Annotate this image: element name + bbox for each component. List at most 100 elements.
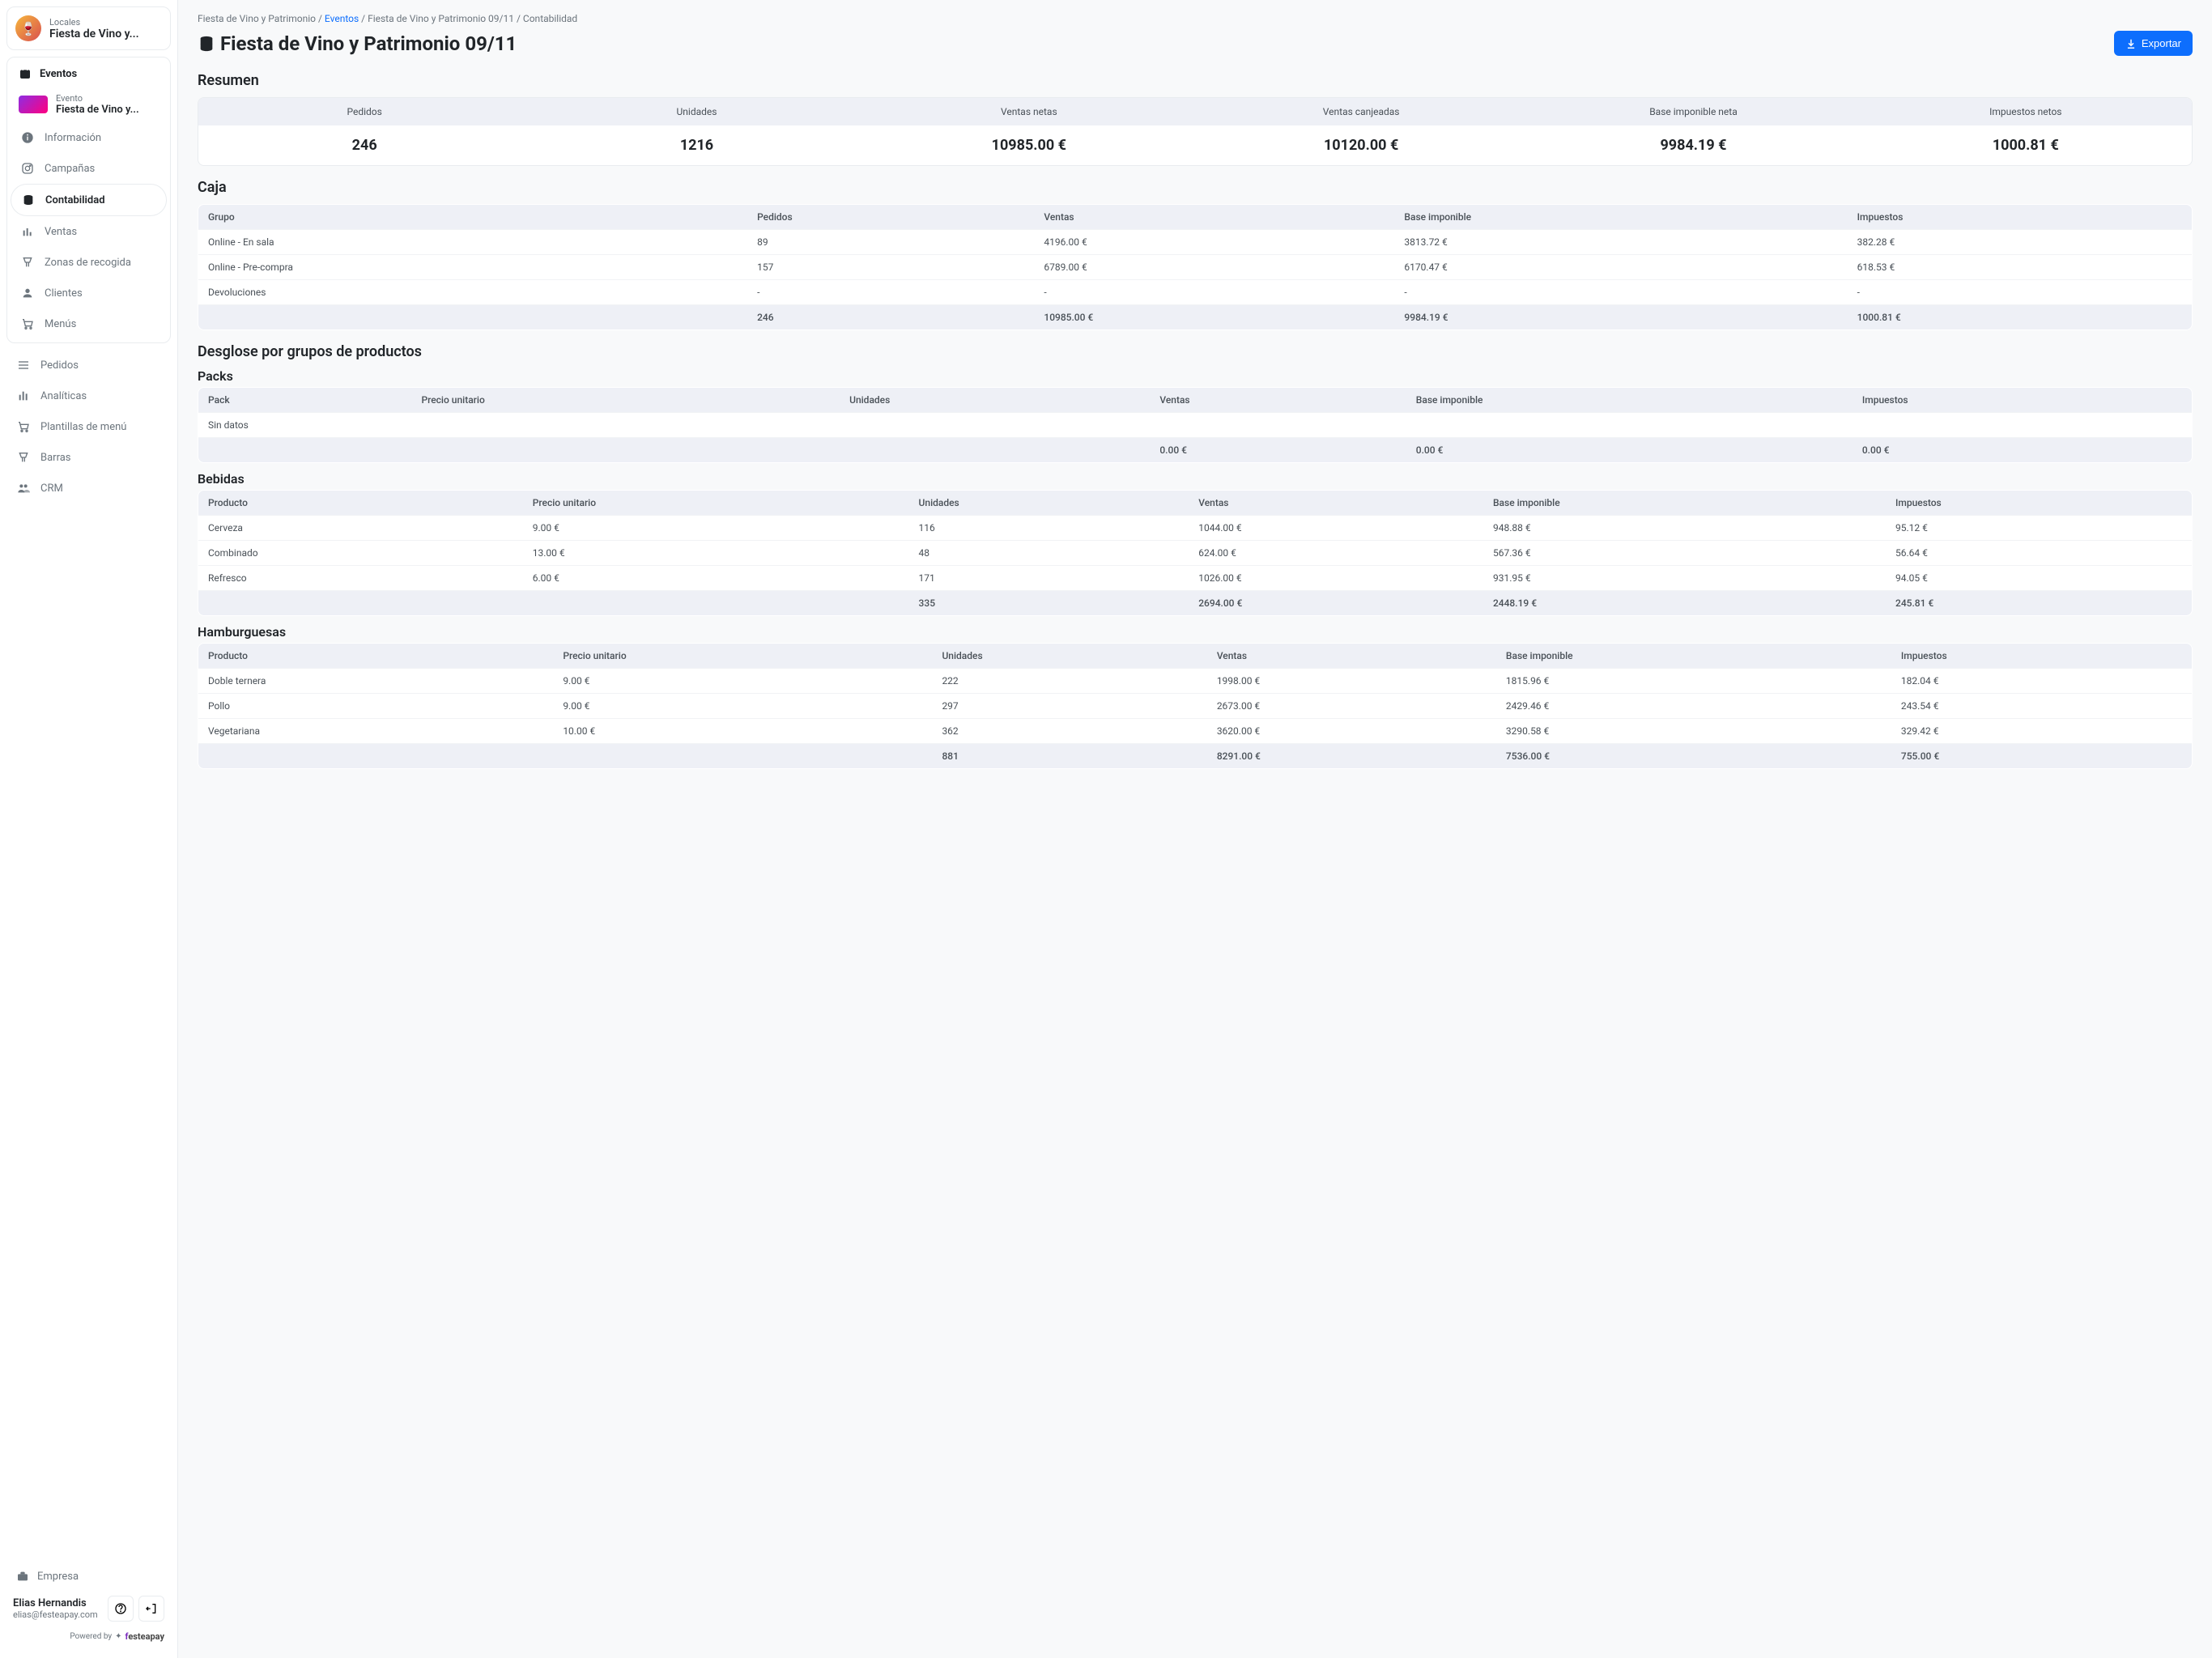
table-row: Combinado13.00 €48624.00 €567.36 €56.64 …	[198, 541, 2193, 566]
breadcrumb: Fiesta de Vino y Patrimonio / Eventos / …	[198, 13, 2193, 24]
nav-ventas[interactable]: Ventas	[11, 216, 167, 247]
bebidas-table: Producto Precio unitario Unidades Ventas…	[198, 490, 2193, 616]
summary-value: 1216	[530, 125, 862, 165]
user-email: elias@festeapay.com	[13, 1609, 98, 1620]
table-row: Online - Pre-compra1576789.00 €6170.47 €…	[198, 255, 2193, 280]
section-resumen-title: Resumen	[198, 72, 2193, 89]
accounting-icon	[21, 193, 36, 207]
sales-icon	[20, 224, 35, 239]
analytics-icon	[16, 389, 31, 403]
nav-crm[interactable]: CRM	[6, 473, 171, 504]
resumen-table: Pedidos Unidades Ventas netas Ventas can…	[198, 97, 2193, 166]
download-icon	[2125, 38, 2137, 49]
venue-name: Fiesta de Vino y...	[49, 28, 139, 40]
bars-icon	[16, 450, 31, 465]
nav-analiticas[interactable]: Analíticas	[6, 380, 171, 411]
section-desglose-title: Desglose por grupos de productos	[198, 343, 2193, 360]
col-header: Impuestos netos	[1860, 98, 2192, 125]
hamburguesas-table: Producto Precio unitario Unidades Ventas…	[198, 643, 2193, 769]
section-caja-title: Caja	[198, 179, 2193, 196]
summary-value: 246	[198, 125, 530, 165]
help-button[interactable]	[108, 1596, 134, 1622]
nav-pedidos[interactable]: Pedidos	[6, 350, 171, 380]
page-title: Fiesta de Vino y Patrimonio 09/11	[198, 32, 517, 55]
table-row: Devoluciones----	[198, 280, 2193, 305]
bebidas-title: Bebidas	[198, 471, 2193, 487]
caja-table: Grupo Pedidos Ventas Base imponible Impu…	[198, 204, 2193, 330]
templates-icon	[16, 419, 31, 434]
nav-informacion[interactable]: Información	[11, 122, 167, 153]
table-row: Pollo9.00 €2972673.00 €2429.46 €243.54 €	[198, 694, 2193, 719]
nav-label: Menús	[45, 318, 76, 330]
nav-barras[interactable]: Barras	[6, 442, 171, 473]
events-section-title[interactable]: Eventos	[11, 61, 167, 87]
nav-campanas[interactable]: Campañas	[11, 153, 167, 184]
nav-label: Plantillas de menú	[40, 421, 126, 433]
table-row: Sin datos	[198, 413, 2193, 438]
packs-table: Pack Precio unitario Unidades Ventas Bas…	[198, 387, 2193, 463]
events-group: Eventos Evento Fiesta de Vino y... Infor…	[6, 57, 171, 343]
col-header: Ventas netas	[863, 98, 1195, 125]
clients-icon	[20, 286, 35, 300]
venue-avatar: 🍷	[15, 15, 41, 41]
col-header: Grupo	[198, 205, 748, 230]
nav-label: Zonas de recogida	[45, 257, 131, 269]
nav-label: Ventas	[45, 226, 77, 238]
nav-plantillas[interactable]: Plantillas de menú	[6, 411, 171, 442]
menu-icon	[20, 317, 35, 331]
col-header: Ventas canjeadas	[1195, 98, 1527, 125]
info-icon	[20, 130, 35, 145]
user-name: Elias Hernandis	[13, 1597, 98, 1609]
export-button[interactable]: Exportar	[2114, 31, 2193, 56]
nav-label: CRM	[40, 483, 63, 495]
nav-label: Barras	[40, 452, 71, 464]
hamburguesas-title: Hamburguesas	[198, 624, 2193, 640]
event-thumbnail	[19, 96, 48, 113]
nav-zonas[interactable]: Zonas de recogida	[11, 247, 167, 278]
nav-label: Analíticas	[40, 390, 87, 402]
venue-selector[interactable]: 🍷 Locales Fiesta de Vino y...	[6, 6, 171, 50]
table-row: Refresco6.00 €1711026.00 €931.95 €94.05 …	[198, 566, 2193, 591]
breadcrumb-part[interactable]: Fiesta de Vino y Patrimonio 09/11	[368, 13, 514, 24]
calendar-icon	[19, 67, 32, 80]
nav-label: Información	[45, 132, 101, 144]
col-header: Base imponible	[1394, 205, 1847, 230]
packs-title: Packs	[198, 368, 2193, 384]
table-row: Cerveza9.00 €1161044.00 €948.88 €95.12 €	[198, 516, 2193, 541]
breadcrumb-part: Contabilidad	[523, 13, 577, 24]
nav-label: Pedidos	[40, 359, 79, 372]
company-link[interactable]: Empresa	[13, 1563, 164, 1589]
event-card[interactable]: Evento Fiesta de Vino y...	[11, 87, 167, 122]
campaign-icon	[20, 161, 35, 176]
col-header: Pedidos	[747, 205, 1034, 230]
brand-logo-icon: ✦	[115, 1632, 121, 1641]
nav-label: Campañas	[45, 163, 95, 175]
briefcase-icon	[16, 1570, 29, 1583]
nav-label: Contabilidad	[45, 194, 105, 206]
event-label: Evento	[56, 93, 139, 104]
nav-clientes[interactable]: Clientes	[11, 278, 167, 308]
col-header: Impuestos	[1848, 205, 2193, 230]
main-content: Fiesta de Vino y Patrimonio / Eventos / …	[178, 0, 2212, 1658]
user-row: Elias Hernandis elias@festeapay.com	[13, 1589, 164, 1628]
breadcrumb-eventos-link[interactable]: Eventos	[325, 13, 359, 24]
table-row: Online - En sala894196.00 €3813.72 €382.…	[198, 230, 2193, 255]
nav-contabilidad[interactable]: Contabilidad	[11, 184, 167, 216]
col-header: Pedidos	[198, 98, 530, 125]
table-row: Vegetariana10.00 €3623620.00 €3290.58 €3…	[198, 719, 2193, 744]
logout-button[interactable]	[138, 1596, 164, 1622]
breadcrumb-part[interactable]: Fiesta de Vino y Patrimonio	[198, 13, 316, 24]
col-header: Base imponible neta	[1527, 98, 1859, 125]
nav-menus[interactable]: Menús	[11, 308, 167, 339]
db-icon	[198, 35, 215, 53]
venue-label: Locales	[49, 17, 139, 28]
table-row: Doble ternera9.00 €2221998.00 €1815.96 €…	[198, 669, 2193, 694]
summary-value: 10120.00 €	[1195, 125, 1527, 165]
nav-label: Clientes	[45, 287, 83, 300]
col-header: Unidades	[530, 98, 862, 125]
col-header: Ventas	[1034, 205, 1394, 230]
orders-icon	[16, 358, 31, 372]
summary-value: 10985.00 €	[863, 125, 1195, 165]
crm-icon	[16, 481, 31, 495]
summary-value: 9984.19 €	[1527, 125, 1859, 165]
